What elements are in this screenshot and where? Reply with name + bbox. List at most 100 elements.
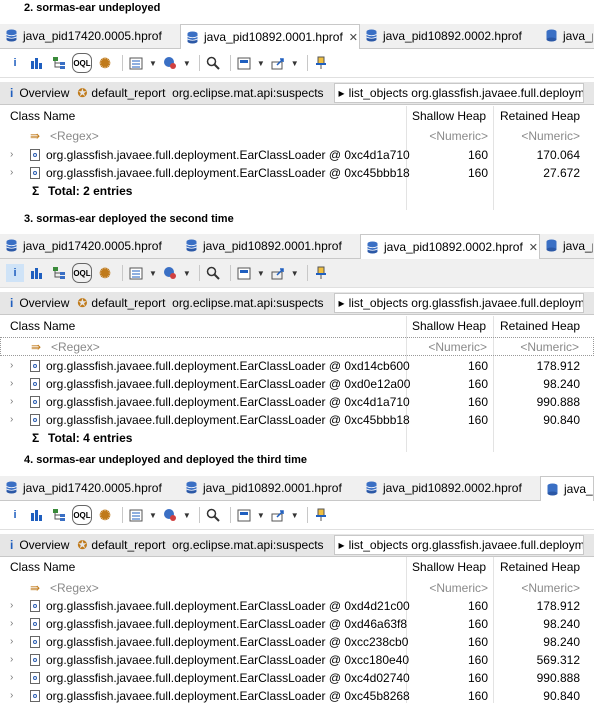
col-retained-heap[interactable]: Retained Heap [500, 560, 580, 574]
chevron-down-icon[interactable]: ▼ [149, 511, 157, 520]
table-row[interactable]: › org.glassfish.javaee.full.deployment.E… [0, 686, 594, 705]
histogram-icon[interactable] [28, 54, 46, 72]
chevron-right-icon[interactable]: › [10, 360, 13, 371]
subtab-list-objects[interactable]: ▸ list_objects org.glassfish.javaee.full… [333, 83, 584, 103]
subtab-overview[interactable]: i Overview [6, 83, 73, 103]
chevron-down-icon[interactable]: ▼ [149, 269, 157, 278]
tab-java-pid10892-0002[interactable]: java_pid10892.0002.hprof ✕ [360, 234, 540, 259]
numeric-filter-retained[interactable]: <Numeric> [521, 581, 580, 595]
info-icon[interactable]: i [6, 264, 24, 282]
table-row[interactable]: › org.glassfish.javaee.full.deployment.E… [0, 668, 594, 687]
close-icon[interactable]: ✕ [349, 31, 358, 44]
chevron-right-icon[interactable]: › [10, 654, 13, 665]
oql-icon[interactable]: OQL [72, 53, 92, 73]
group-icon[interactable] [235, 54, 253, 72]
tab-java-pid17420-0005[interactable]: java_pid17420.0005.hprof [0, 234, 180, 257]
subtab-overview[interactable]: i Overview [6, 535, 73, 555]
histogram-icon[interactable] [28, 506, 46, 524]
numeric-filter-shallow[interactable]: <Numeric> [429, 581, 488, 595]
chevron-down-icon[interactable]: ▼ [149, 59, 157, 68]
heap-dump-overview-icon[interactable] [161, 506, 179, 524]
subtab-list-objects[interactable]: ▸ list_objects org.glassfish.javaee.full… [333, 535, 584, 555]
table-row[interactable]: › org.glassfish.javaee.full.deployment.E… [0, 392, 594, 411]
chevron-right-icon[interactable]: › [10, 396, 13, 407]
chevron-right-icon[interactable]: › [10, 690, 13, 701]
regex-filter[interactable]: <Regex> [50, 581, 99, 595]
table-row[interactable]: › org.glassfish.javaee.full.deployment.E… [0, 163, 594, 182]
subtab-overview[interactable]: i Overview [6, 293, 73, 313]
query-browser-icon[interactable] [127, 506, 145, 524]
chevron-right-icon[interactable]: › [10, 636, 13, 647]
pin-icon[interactable] [312, 264, 330, 282]
heap-dump-overview-icon[interactable] [161, 264, 179, 282]
col-shallow-heap[interactable]: Shallow Heap [412, 109, 486, 123]
search-icon[interactable] [204, 54, 222, 72]
subtab-default-report[interactable]: ✪ default_report org.eclipse.mat.api:sus… [73, 83, 327, 103]
dominator-tree-icon[interactable] [50, 54, 68, 72]
tab-java-pid17420-0005[interactable]: java_pid17420.0005.hprof [0, 476, 180, 499]
group-icon[interactable] [235, 264, 253, 282]
col-retained-heap[interactable]: Retained Heap [500, 109, 580, 123]
numeric-filter-shallow[interactable]: <Numeric> [429, 129, 488, 143]
export-icon[interactable] [269, 54, 287, 72]
table-row[interactable]: › org.glassfish.javaee.full.deployment.E… [0, 145, 594, 164]
chevron-right-icon[interactable]: › [10, 672, 13, 683]
query-browser-icon[interactable] [127, 54, 145, 72]
numeric-filter-shallow[interactable]: <Numeric> [428, 340, 487, 354]
close-icon[interactable]: ✕ [529, 241, 538, 254]
table-row[interactable]: › org.glassfish.javaee.full.deployment.E… [0, 356, 594, 375]
query-browser-icon[interactable] [127, 264, 145, 282]
thread-icon[interactable]: ✺ [96, 264, 114, 282]
col-shallow-heap[interactable]: Shallow Heap [412, 560, 486, 574]
table-row[interactable]: › org.glassfish.javaee.full.deployment.E… [0, 632, 594, 651]
subtab-list-objects[interactable]: ▸ list_objects org.glassfish.javaee.full… [333, 293, 584, 313]
oql-icon[interactable]: OQL [72, 263, 92, 283]
info-icon[interactable]: i [6, 54, 24, 72]
pin-icon[interactable] [312, 54, 330, 72]
group-icon[interactable] [235, 506, 253, 524]
table-row[interactable]: › org.glassfish.javaee.full.deployment.E… [0, 374, 594, 393]
histogram-icon[interactable] [28, 264, 46, 282]
tab-java-pid10892-0002[interactable]: java_pid10892.0002.hprof [360, 476, 540, 499]
table-row[interactable]: › org.glassfish.javaee.full.deployment.E… [0, 614, 594, 633]
table-row[interactable]: › org.glassfish.javaee.full.deployment.E… [0, 596, 594, 615]
table-row[interactable]: › org.glassfish.javaee.full.deployment.E… [0, 410, 594, 429]
search-icon[interactable] [204, 506, 222, 524]
pin-icon[interactable] [312, 506, 330, 524]
chevron-down-icon[interactable]: ▼ [291, 269, 299, 278]
col-class-name[interactable]: Class Name [10, 560, 75, 574]
chevron-down-icon[interactable]: ▼ [257, 59, 265, 68]
tab-java-pid-truncated[interactable]: java_pid [540, 24, 594, 47]
chevron-right-icon[interactable]: › [10, 618, 13, 629]
info-icon[interactable]: i [6, 506, 24, 524]
tab-java-pid10892-0001[interactable]: java_pid10892.0001.hprof ✕ [180, 24, 360, 49]
dominator-tree-icon[interactable] [50, 264, 68, 282]
chevron-right-icon[interactable]: › [10, 600, 13, 611]
chevron-down-icon[interactable]: ▼ [183, 59, 191, 68]
col-class-name[interactable]: Class Name [10, 319, 75, 333]
chevron-down-icon[interactable]: ▼ [257, 511, 265, 520]
tab-java-pid10892-0001[interactable]: java_pid10892.0001.hprof [180, 476, 360, 499]
numeric-filter-retained[interactable]: <Numeric> [521, 129, 580, 143]
chevron-right-icon[interactable]: › [10, 378, 13, 389]
subtab-default-report[interactable]: ✪ default_report org.eclipse.mat.api:sus… [73, 535, 327, 555]
regex-filter[interactable]: <Regex> [51, 340, 100, 354]
dominator-tree-icon[interactable] [50, 506, 68, 524]
col-shallow-heap[interactable]: Shallow Heap [412, 319, 486, 333]
col-retained-heap[interactable]: Retained Heap [500, 319, 580, 333]
tab-java-pid-truncated[interactable]: java_pid [540, 234, 594, 257]
chevron-down-icon[interactable]: ▼ [291, 511, 299, 520]
subtab-default-report[interactable]: ✪ default_report org.eclipse.mat.api:sus… [73, 293, 327, 313]
export-icon[interactable] [269, 264, 287, 282]
numeric-filter-retained[interactable]: <Numeric> [520, 340, 579, 354]
heap-dump-overview-icon[interactable] [161, 54, 179, 72]
tab-java-pid10892-0002[interactable]: java_pid10892.0002.hprof [360, 24, 540, 47]
thread-icon[interactable]: ✺ [96, 54, 114, 72]
tab-java-pid10892-0001[interactable]: java_pid10892.0001.hprof [180, 234, 360, 257]
tab-java-pid-truncated[interactable]: java_pid [540, 476, 594, 501]
chevron-right-icon[interactable]: › [10, 149, 13, 160]
chevron-right-icon[interactable]: › [10, 414, 13, 425]
export-icon[interactable] [269, 506, 287, 524]
search-icon[interactable] [204, 264, 222, 282]
chevron-right-icon[interactable]: › [10, 167, 13, 178]
